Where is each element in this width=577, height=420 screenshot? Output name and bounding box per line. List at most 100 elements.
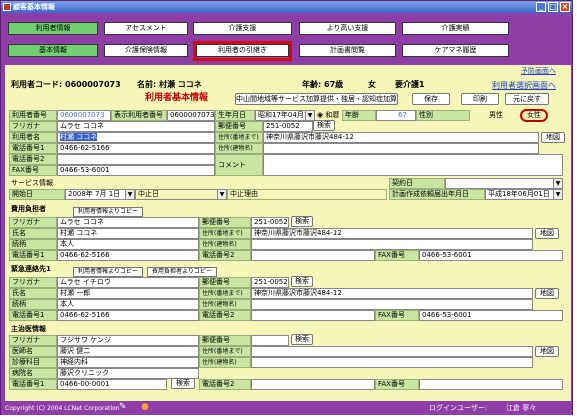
tab-assessment[interactable]: アセスメント (104, 22, 188, 35)
doc-tel2-field[interactable] (251, 379, 375, 390)
tab-insurance-info[interactable]: 介護保険情報 (104, 44, 188, 57)
payer-addr1-field[interactable]: 神奈川県藤沢市藤沢484-12 (251, 228, 533, 239)
name-field-label: 利用者名 (9, 132, 57, 143)
male-option[interactable]: 男性 (489, 110, 503, 121)
chevron-down-icon[interactable]: ▼ (553, 179, 562, 188)
doc-addr2-field[interactable] (251, 357, 533, 368)
close-button[interactable]: × (560, 2, 570, 12)
comment-field[interactable] (263, 154, 563, 176)
globe-icon[interactable]: ● (141, 402, 149, 413)
user-no-field[interactable]: 0600007073 (57, 110, 111, 121)
payer-tel2-field[interactable] (251, 250, 375, 261)
start-value: 2008年 7月 1日 (68, 190, 121, 198)
tab-advanced-support[interactable]: より高い支援 (299, 22, 396, 35)
doc-tel2-label: 電話番号2 (199, 379, 251, 390)
chevron-down-icon[interactable]: ▼ (305, 111, 314, 120)
print-button[interactable]: 印刷 (461, 93, 499, 105)
payer-kana-field[interactable]: ムラセ ココネ (57, 217, 199, 228)
kana-field[interactable]: ムラセ ココネ (57, 121, 215, 132)
basic-info-title: 利用者基本情報 (145, 93, 209, 103)
start-field[interactable]: 2008年 7月 1日 ▼ (65, 189, 135, 200)
zip-search-button[interactable]: 検索 (313, 120, 335, 131)
em-name-field[interactable]: 村瀬 一郎 (57, 288, 199, 299)
prevention-screen-link[interactable]: 予防画面へ (521, 66, 556, 77)
login-user: 江倉 寧々 (506, 404, 537, 412)
em-kana-field[interactable]: ムラセ イチロウ (57, 277, 199, 288)
name-field[interactable]: 村瀬 ココネ (57, 132, 215, 143)
addr1-field[interactable]: 神奈川県藤沢市藤沢484-12 (263, 132, 539, 143)
payer-zip-field[interactable]: 251-0052 (251, 217, 289, 228)
em-fax-field[interactable]: 0466-53-6001 (419, 310, 563, 321)
tab-caremanager-history[interactable]: ケアマネ履歴 (402, 44, 509, 57)
pause-field[interactable]: 中止日 ▼ (135, 189, 227, 200)
age-label: 年齢: (302, 80, 322, 89)
em-addr1-field[interactable]: 神奈川県藤沢市藤沢484-12 (251, 288, 533, 299)
payer-rel-field[interactable]: 本人 (57, 239, 199, 250)
doc-map-button[interactable]: 地図 (535, 346, 559, 357)
doc-dept-field[interactable]: 神経内科 (57, 357, 199, 368)
header-name: 名前: 村瀬 ココネ (137, 79, 202, 90)
display-no-field[interactable]: 0600007073 (167, 110, 215, 121)
em-addr2-field[interactable] (251, 299, 533, 310)
save-button[interactable]: 保存 (412, 93, 450, 105)
dob-field[interactable]: 昭和17年04月12日 ▼ (255, 110, 315, 121)
payer-addr2-label: 住所(建物名) (199, 239, 251, 250)
payer-title: 費用負担者 (11, 205, 46, 213)
payer-tel1-field[interactable]: 0466-62-5166 (57, 250, 199, 261)
doc-search-button[interactable]: 検索 (291, 334, 313, 345)
doc-tel1-field[interactable]: 0466-00-0001 (57, 379, 167, 390)
pen-icon[interactable]: ✎ (119, 402, 127, 413)
map-button[interactable]: 地図 (541, 132, 565, 143)
doc-fax-field[interactable] (419, 379, 563, 390)
chevron-down-icon[interactable]: ▼ (553, 190, 562, 199)
payer-addr2-field[interactable] (251, 239, 533, 250)
emergency-copy-payer-button[interactable]: 費用負担者よりコピー (147, 267, 217, 277)
addr2-field[interactable] (263, 143, 539, 154)
em-tel2-field[interactable] (251, 310, 375, 321)
minimize-button[interactable]: _ (536, 2, 546, 12)
female-option[interactable]: 女性 (520, 109, 548, 122)
emergency-copy-user-button[interactable]: 利用者情報よりコピー (73, 267, 143, 277)
login-label: ログインユーザー: (429, 404, 488, 412)
doc-name-field[interactable]: 藤沢 健二 (57, 346, 199, 357)
doctor-title: 主治医情報 (11, 325, 46, 333)
fax-field[interactable]: 0466-53-6001 (57, 165, 215, 176)
em-tel1-field[interactable]: 0466-62-5166 (57, 310, 199, 321)
em-map-button[interactable]: 地図 (535, 288, 559, 299)
tab-plan-view[interactable]: 計画書閲覧 (299, 44, 396, 57)
name-label: 名前: (137, 80, 157, 89)
payer-search-button[interactable]: 検索 (291, 216, 313, 227)
plan-date-field[interactable]: 平成18年06月01日 ▼ (485, 189, 563, 200)
doc-zip-field[interactable] (251, 335, 289, 346)
tel1-field[interactable]: 0466-62-5166 (57, 143, 215, 154)
em-rel-field[interactable]: 本人 (57, 299, 199, 310)
undo-button[interactable]: 元に戻す (505, 93, 549, 105)
tel2-field[interactable] (57, 154, 215, 165)
em-zip-label: 郵便番号 (199, 277, 251, 288)
payer-map-button[interactable]: 地図 (535, 228, 559, 239)
payer-copy-button[interactable]: 利用者情報よりコピー (73, 207, 143, 217)
addr2-label: 住所(建物名) (215, 143, 263, 154)
payer-name-field[interactable]: 村瀬 ココネ (57, 228, 199, 239)
payer-fax-field[interactable]: 0466-53-6001 (419, 250, 563, 261)
doc-addr1-field[interactable] (251, 346, 533, 357)
chevron-down-icon[interactable]: ▼ (125, 190, 134, 199)
tab-basic-info[interactable]: 基本情報 (8, 44, 98, 57)
tab-care-record[interactable]: 介護実績 (402, 22, 509, 35)
em-zip-field[interactable]: 251-0052 (251, 277, 289, 288)
doc-tel-search-button[interactable]: 検索 (171, 378, 195, 389)
doc-kana-field[interactable]: フジサワ ケンジ (57, 335, 199, 346)
em-tel2-label: 電話番号2 (199, 310, 251, 321)
tab-user-info[interactable]: 利用者情報 (8, 22, 98, 35)
user-select-link[interactable]: 利用者選択画面へ (492, 80, 556, 91)
contract-field[interactable]: ▼ (445, 178, 563, 189)
payer-zip-label: 郵便番号 (199, 217, 251, 228)
zip-label: 郵便番号 (215, 121, 263, 132)
zip-field[interactable]: 251-0052 (263, 121, 313, 132)
em-search-button[interactable]: 検索 (291, 276, 313, 287)
maximize-button[interactable]: □ (548, 2, 558, 12)
age-field[interactable]: 67 (376, 110, 416, 121)
addon-button[interactable]: 中山間地域等サービス加算提供・独居・認知症加算 (235, 93, 398, 105)
tab-care-support[interactable]: 介護支援 (193, 22, 292, 35)
chevron-down-icon[interactable]: ▼ (217, 190, 226, 199)
